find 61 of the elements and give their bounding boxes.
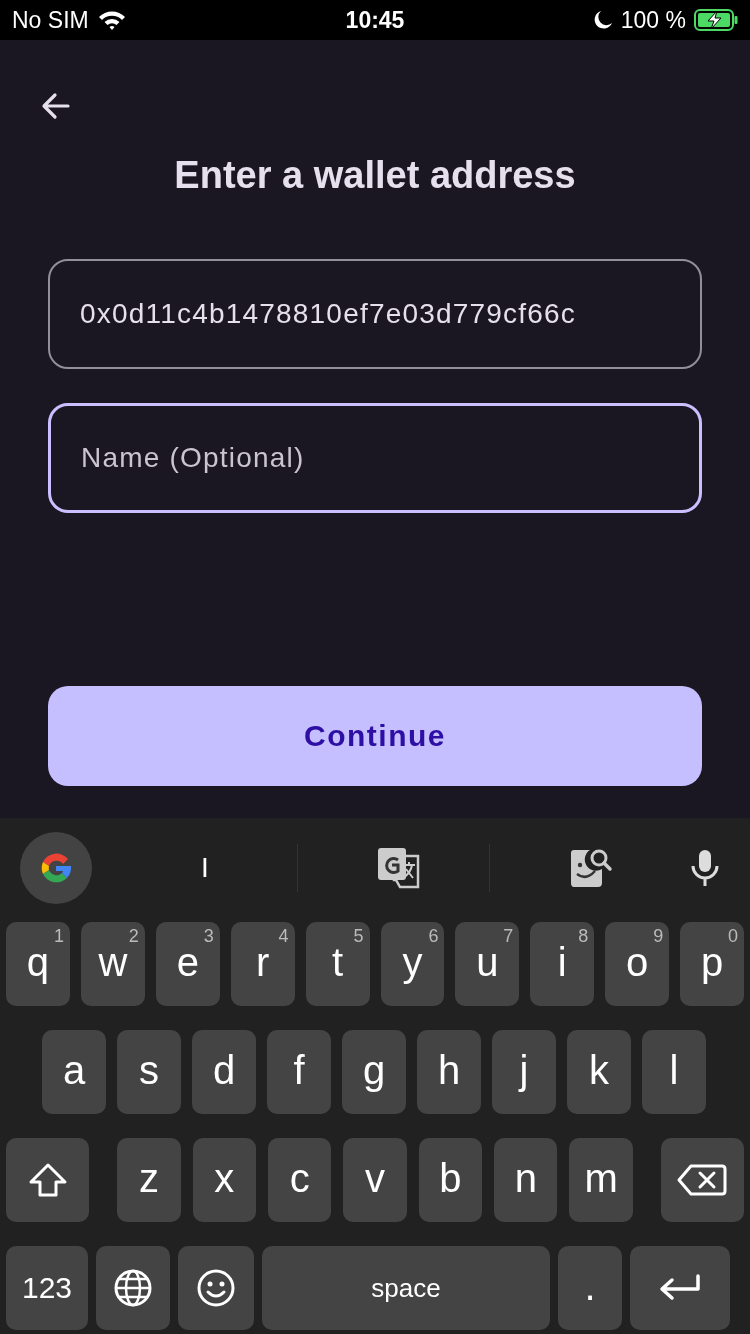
key[interactable]: s	[117, 1030, 181, 1114]
key-hint: 7	[503, 926, 514, 947]
key-hint: 3	[203, 926, 214, 947]
key[interactable]: p 0	[680, 922, 745, 1006]
backspace-key[interactable]	[660, 1138, 744, 1222]
key[interactable]: u 7	[455, 922, 520, 1006]
battery-percent: 100 %	[620, 6, 686, 34]
key[interactable]: q 1	[6, 922, 70, 1006]
key[interactable]: y 6	[380, 922, 445, 1006]
key[interactable]: j	[492, 1030, 556, 1114]
key-hint: 8	[578, 926, 589, 947]
key[interactable]: e 3	[155, 922, 220, 1006]
key[interactable]: o 9	[605, 922, 670, 1006]
page-title: Enter a wallet address	[173, 154, 577, 197]
symbols-key[interactable]: 123	[6, 1246, 88, 1330]
shift-arrow-icon	[27, 1162, 68, 1198]
key-hint: 5	[353, 926, 364, 947]
microphone-icon[interactable]	[690, 848, 720, 888]
key[interactable]: z	[117, 1138, 181, 1222]
shift-key[interactable]	[6, 1138, 90, 1222]
key-hint: 6	[428, 926, 439, 947]
smiley-icon	[196, 1268, 236, 1308]
continue-button[interactable]: Continue	[48, 686, 702, 786]
globe-icon	[113, 1268, 153, 1308]
key-hint: 1	[53, 926, 64, 947]
key[interactable]: g	[342, 1030, 406, 1114]
key[interactable]: i 8	[530, 922, 595, 1006]
globe-key[interactable]	[96, 1246, 170, 1330]
carrier-text: No SIM	[12, 6, 89, 34]
suggestion-word[interactable]: I	[201, 852, 209, 884]
key-hint: 0	[728, 926, 739, 947]
space-key[interactable]: space	[262, 1246, 550, 1330]
enter-arrow-icon	[658, 1273, 702, 1303]
key[interactable]: x	[192, 1138, 256, 1222]
key[interactable]: a	[42, 1030, 106, 1114]
battery-charging-icon	[694, 9, 738, 31]
key[interactable]: .	[558, 1246, 622, 1330]
key[interactable]: r 4	[230, 922, 295, 1006]
key[interactable]: d	[192, 1030, 256, 1114]
moon-icon	[592, 10, 613, 30]
key[interactable]: v	[343, 1138, 407, 1222]
clock-time: 10:45	[345, 6, 405, 34]
key-hint: 4	[278, 926, 289, 947]
key[interactable]: f	[267, 1030, 331, 1114]
key-hint: 9	[653, 926, 664, 947]
key[interactable]: n	[494, 1138, 558, 1222]
key[interactable]: m	[569, 1138, 633, 1222]
enter-key[interactable]	[630, 1246, 730, 1330]
key[interactable]: t 5	[305, 922, 370, 1006]
key[interactable]: b	[418, 1138, 483, 1222]
translate-icon[interactable]	[375, 845, 422, 891]
emoji-key[interactable]	[178, 1246, 254, 1330]
key-hint: 2	[128, 926, 139, 947]
address-input-field[interactable]: 0x0d11c4b1478810ef7e03d779cf66c	[48, 259, 702, 369]
name-input-field[interactable]: Name (Optional)	[48, 403, 702, 513]
key[interactable]: c	[267, 1138, 332, 1222]
key[interactable]: k	[567, 1030, 631, 1114]
backspace-icon	[677, 1163, 728, 1197]
key[interactable]: l	[642, 1030, 706, 1114]
key[interactable]: h	[417, 1030, 481, 1114]
key[interactable]: w 2	[80, 922, 145, 1006]
